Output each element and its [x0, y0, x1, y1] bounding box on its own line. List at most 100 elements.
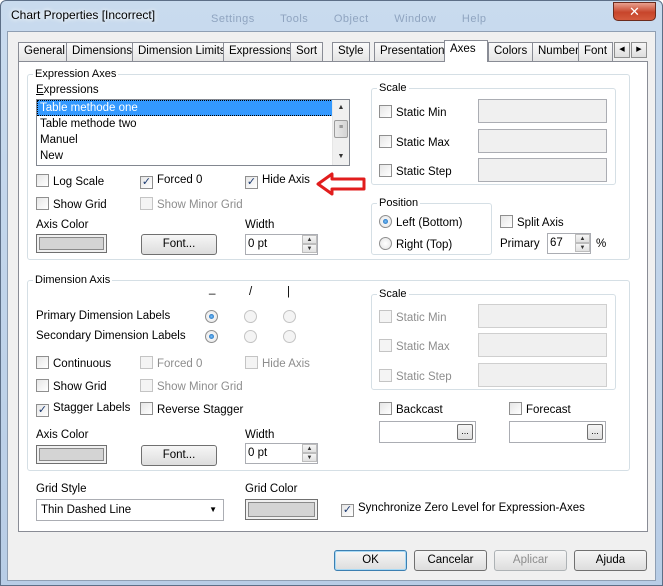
- forecast-checkbox[interactable]: Forecast: [509, 402, 571, 416]
- list-item[interactable]: Table methode two: [37, 116, 349, 132]
- static-min-field[interactable]: [478, 99, 607, 123]
- dim-static-max-checkbox[interactable]: Static Max: [379, 339, 450, 353]
- close-button[interactable]: ✕: [613, 2, 656, 21]
- position-label: Position: [377, 197, 421, 209]
- ghost-menu-item: Settings: [211, 13, 255, 25]
- show-minor-grid-checkbox[interactable]: Show Minor Grid: [140, 197, 243, 211]
- help-button[interactable]: Ajuda: [574, 550, 647, 571]
- position-left-radio[interactable]: Left (Bottom): [379, 215, 462, 229]
- tab-style[interactable]: Style: [332, 42, 370, 61]
- axis-color-label: Axis Color: [36, 219, 89, 231]
- expressions-label: Expressions: [36, 84, 99, 96]
- tab-scroll-right-icon[interactable]: ▶: [631, 42, 647, 58]
- check-icon: ✓: [36, 404, 49, 417]
- tab-dimensions[interactable]: Dimensions: [66, 42, 139, 61]
- spin-down-icon[interactable]: ▼: [575, 243, 590, 252]
- dim-hide-axis-checkbox[interactable]: Hide Axis: [245, 356, 310, 370]
- axis-color-swatch[interactable]: [36, 234, 107, 253]
- reverse-stagger-checkbox[interactable]: Reverse Stagger: [140, 402, 243, 416]
- tab-dimension-limits[interactable]: Dimension Limits: [132, 42, 232, 61]
- primary-percent-spinner[interactable]: 67 ▲ ▼: [547, 233, 591, 254]
- expressions-listbox[interactable]: Table methode one Table methode two Manu…: [36, 99, 350, 166]
- backcast-checkbox[interactable]: Backcast: [379, 402, 443, 416]
- spin-up-icon[interactable]: ▲: [575, 234, 590, 243]
- dim-static-max-field[interactable]: [478, 333, 607, 357]
- cancel-button[interactable]: Cancelar: [414, 550, 487, 571]
- primary-dimension-labels: Primary Dimension Labels: [36, 310, 171, 322]
- static-max-field[interactable]: [478, 129, 607, 153]
- dim-static-min-field[interactable]: [478, 304, 607, 328]
- tab-presentation[interactable]: Presentation: [374, 42, 451, 61]
- static-step-checkbox[interactable]: Static Step: [379, 164, 452, 178]
- sync-zero-checkbox[interactable]: ✓ Synchronize Zero Level for Expression-A…: [341, 502, 585, 517]
- log-scale-checkbox[interactable]: Log Scale: [36, 174, 104, 188]
- list-item[interactable]: Manuel: [37, 132, 349, 148]
- tab-colors[interactable]: Colors: [488, 42, 534, 61]
- dim-axis-color-swatch[interactable]: [36, 445, 107, 464]
- tab-number[interactable]: Number: [532, 42, 585, 61]
- dim-static-min-checkbox[interactable]: Static Min: [379, 310, 447, 324]
- forecast-field[interactable]: ...: [509, 421, 606, 443]
- window-title: Chart Properties [Incorrect]: [11, 8, 156, 22]
- scroll-thumb[interactable]: ≡: [334, 120, 348, 138]
- grid-style-select[interactable]: Thin Dashed Line ▼: [36, 499, 224, 521]
- dim-show-minor-grid-checkbox[interactable]: Show Minor Grid: [140, 379, 243, 393]
- primary-diagonal-radio[interactable]: [244, 310, 261, 324]
- dim-width-spinner[interactable]: 0 pt ▲ ▼: [245, 443, 318, 464]
- spin-down-icon[interactable]: ▼: [302, 453, 317, 462]
- secondary-horizontal-radio[interactable]: [205, 330, 222, 344]
- dim-static-step-field[interactable]: [478, 363, 607, 387]
- list-item[interactable]: Table methode one: [37, 100, 349, 116]
- dim-width-label: Width: [245, 429, 275, 441]
- more-icon[interactable]: ...: [457, 424, 473, 440]
- scroll-down-icon[interactable]: ▼: [333, 149, 349, 165]
- dim-axis-color-label: Axis Color: [36, 429, 89, 441]
- static-step-field[interactable]: [478, 158, 607, 182]
- stagger-labels-checkbox[interactable]: ✓ Stagger Labels: [36, 402, 130, 417]
- grid-color-swatch[interactable]: [245, 499, 318, 520]
- backcast-field[interactable]: ...: [379, 421, 476, 443]
- background-menu-ghost: Settings Tools Object Window Help: [211, 13, 509, 25]
- checkbox-box: [36, 174, 49, 187]
- primary-horizontal-radio[interactable]: [205, 310, 222, 324]
- dimension-font-button[interactable]: Font...: [141, 445, 217, 466]
- tab-general[interactable]: General: [18, 42, 71, 61]
- dim-show-grid-checkbox[interactable]: Show Grid: [36, 379, 107, 393]
- dim-scale-label: Scale: [377, 288, 409, 300]
- tab-expressions[interactable]: Expressions: [223, 42, 298, 61]
- check-icon: ✓: [245, 176, 258, 189]
- position-right-radio[interactable]: Right (Top): [379, 237, 452, 251]
- width-spinner[interactable]: 0 pt ▲ ▼: [245, 234, 318, 255]
- ghost-menu-item: Object: [333, 13, 369, 25]
- more-icon[interactable]: ...: [587, 424, 603, 440]
- tab-sort[interactable]: Sort: [290, 42, 324, 61]
- spin-up-icon[interactable]: ▲: [302, 444, 317, 453]
- continuous-checkbox[interactable]: Continuous: [36, 356, 111, 370]
- list-item[interactable]: New: [37, 148, 349, 164]
- static-max-checkbox[interactable]: Static Max: [379, 135, 450, 149]
- hide-axis-checkbox[interactable]: ✓ Hide Axis: [245, 174, 310, 189]
- primary-vertical-radio[interactable]: [283, 310, 300, 324]
- ok-button[interactable]: OK: [334, 550, 407, 571]
- ghost-menu-item: Window: [394, 13, 437, 25]
- tab-scroll-left-icon[interactable]: ◀: [614, 42, 630, 58]
- secondary-diagonal-radio[interactable]: [244, 330, 261, 344]
- apply-button[interactable]: Aplicar: [494, 550, 567, 571]
- scroll-up-icon[interactable]: ▲: [333, 100, 349, 116]
- listbox-scrollbar[interactable]: ▲ ≡ ▼: [332, 100, 349, 165]
- spin-up-icon[interactable]: ▲: [302, 235, 317, 244]
- scale-label: Scale: [377, 82, 409, 94]
- title-bar[interactable]: Chart Properties [Incorrect] Settings To…: [1, 1, 662, 31]
- forced0-checkbox[interactable]: ✓ Forced 0: [140, 174, 202, 189]
- split-axis-checkbox[interactable]: Split Axis: [500, 215, 564, 229]
- static-min-checkbox[interactable]: Static Min: [379, 105, 447, 119]
- spin-down-icon[interactable]: ▼: [302, 244, 317, 253]
- col-header-horizontal: _: [209, 283, 216, 295]
- dim-static-step-checkbox[interactable]: Static Step: [379, 369, 452, 383]
- expression-font-button[interactable]: Font...: [141, 234, 217, 255]
- show-grid-checkbox[interactable]: Show Grid: [36, 197, 107, 211]
- dim-forced0-checkbox[interactable]: Forced 0: [140, 356, 202, 370]
- secondary-vertical-radio[interactable]: [283, 330, 300, 344]
- tab-font[interactable]: Font: [578, 42, 614, 61]
- tab-axes[interactable]: Axes: [444, 40, 488, 62]
